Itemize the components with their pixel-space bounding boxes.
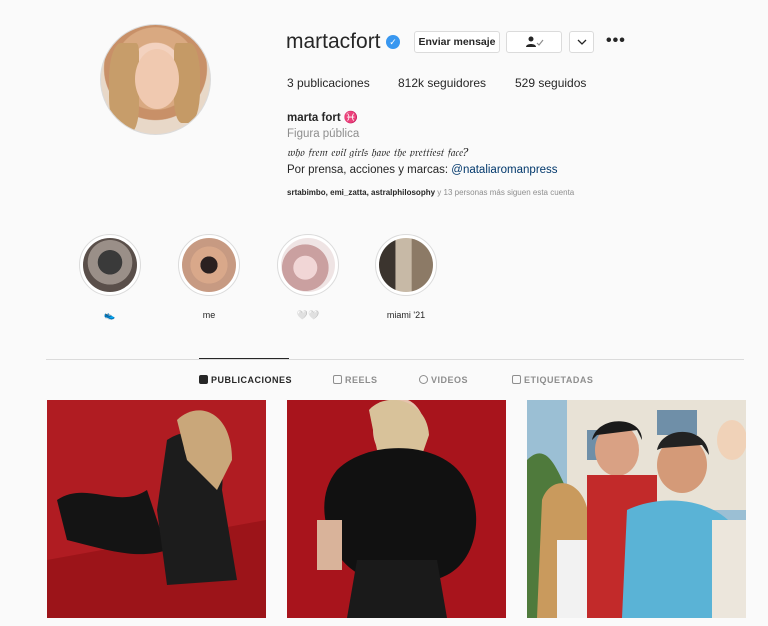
- tab-reels[interactable]: REELS: [333, 375, 378, 385]
- story-highlight[interactable]: 👟: [78, 234, 142, 322]
- story-highlight[interactable]: miami '21: [374, 234, 438, 322]
- highlight-ring: [79, 234, 141, 296]
- play-icon: [419, 375, 428, 384]
- post-image: [287, 400, 506, 618]
- bio-contact-text: Por prensa, acciones y marcas:: [287, 164, 452, 176]
- post-thumbnail[interactable]: [527, 400, 746, 618]
- followed-by-names: srtabimbo, emi_zatta, astralphilosophy: [287, 188, 436, 197]
- highlight-label: 👟: [104, 310, 116, 320]
- post-thumbnail[interactable]: [287, 400, 506, 618]
- person-check-icon: [526, 36, 544, 47]
- tab-videos[interactable]: VIDEOS: [419, 375, 468, 385]
- followers-count[interactable]: 812k seguidores: [398, 76, 486, 90]
- post-image: [47, 400, 266, 618]
- tabs-divider: [46, 359, 744, 360]
- followed-by-text[interactable]: srtabimbo, emi_zatta, astralphilosophy y…: [287, 188, 574, 197]
- suggested-dropdown-button[interactable]: [569, 31, 594, 53]
- tab-tagged[interactable]: ETIQUETADAS: [512, 375, 593, 385]
- highlight-cover: [182, 238, 236, 292]
- bio-line: 𝔴𝔥𝔬 𝔣𝔯𝔢𝔪 𝔢𝔳𝔦𝔩 𝔤𝔦𝔯𝔩𝔰 𝔥𝔞𝔳𝔢 𝔱𝔥𝔢 𝔭𝔯𝔢𝔱𝔱𝔦𝔢𝔰𝔱 𝔣…: [287, 146, 469, 159]
- profile-avatar[interactable]: [100, 24, 211, 135]
- grid-icon: [199, 375, 208, 384]
- avatar-hair-left: [109, 43, 139, 133]
- highlight-ring: [277, 234, 339, 296]
- tab-label: REELS: [345, 375, 378, 385]
- tab-posts[interactable]: PUBLICACIONES: [199, 375, 292, 385]
- more-options-icon[interactable]: •••: [606, 32, 626, 50]
- active-tab-indicator: [199, 358, 289, 359]
- posts-count: 3 publicaciones: [287, 76, 370, 90]
- highlight-ring: [178, 234, 240, 296]
- profile-full-name: marta fort ♓: [287, 112, 359, 124]
- highlight-label: me: [202, 310, 216, 320]
- verified-badge-icon: ✓: [386, 35, 400, 49]
- avatar-face: [135, 49, 179, 109]
- send-message-button[interactable]: Enviar mensaje: [414, 31, 500, 53]
- tab-label: VIDEOS: [431, 375, 469, 385]
- post-image: [527, 400, 746, 618]
- bio-contact-line: Por prensa, acciones y marcas: @nataliar…: [287, 164, 558, 176]
- tab-label: ETIQUETADAS: [524, 375, 594, 385]
- profile-username: martacfort: [286, 30, 381, 53]
- highlight-label: 🤍🤍: [296, 310, 320, 320]
- chevron-down-icon: [577, 39, 586, 45]
- followed-by-more: y 13 personas más siguen esta cuenta: [435, 188, 575, 197]
- following-count[interactable]: 529 seguidos: [515, 76, 586, 90]
- tab-label: PUBLICACIONES: [211, 375, 293, 385]
- post-thumbnail[interactable]: [47, 400, 266, 618]
- highlight-label: miami '21: [386, 310, 426, 320]
- reels-icon: [333, 375, 342, 384]
- highlight-ring: [375, 234, 437, 296]
- following-button[interactable]: [506, 31, 562, 53]
- profile-category: Figura pública: [287, 128, 360, 140]
- highlight-cover: [379, 238, 433, 292]
- highlight-cover: [281, 238, 335, 292]
- story-highlight[interactable]: me: [177, 234, 241, 322]
- tag-icon: [512, 375, 521, 384]
- press-mention-link[interactable]: @nataliaromanpress: [451, 164, 557, 176]
- story-highlight[interactable]: 🤍🤍: [276, 234, 340, 322]
- highlight-cover: [83, 238, 137, 292]
